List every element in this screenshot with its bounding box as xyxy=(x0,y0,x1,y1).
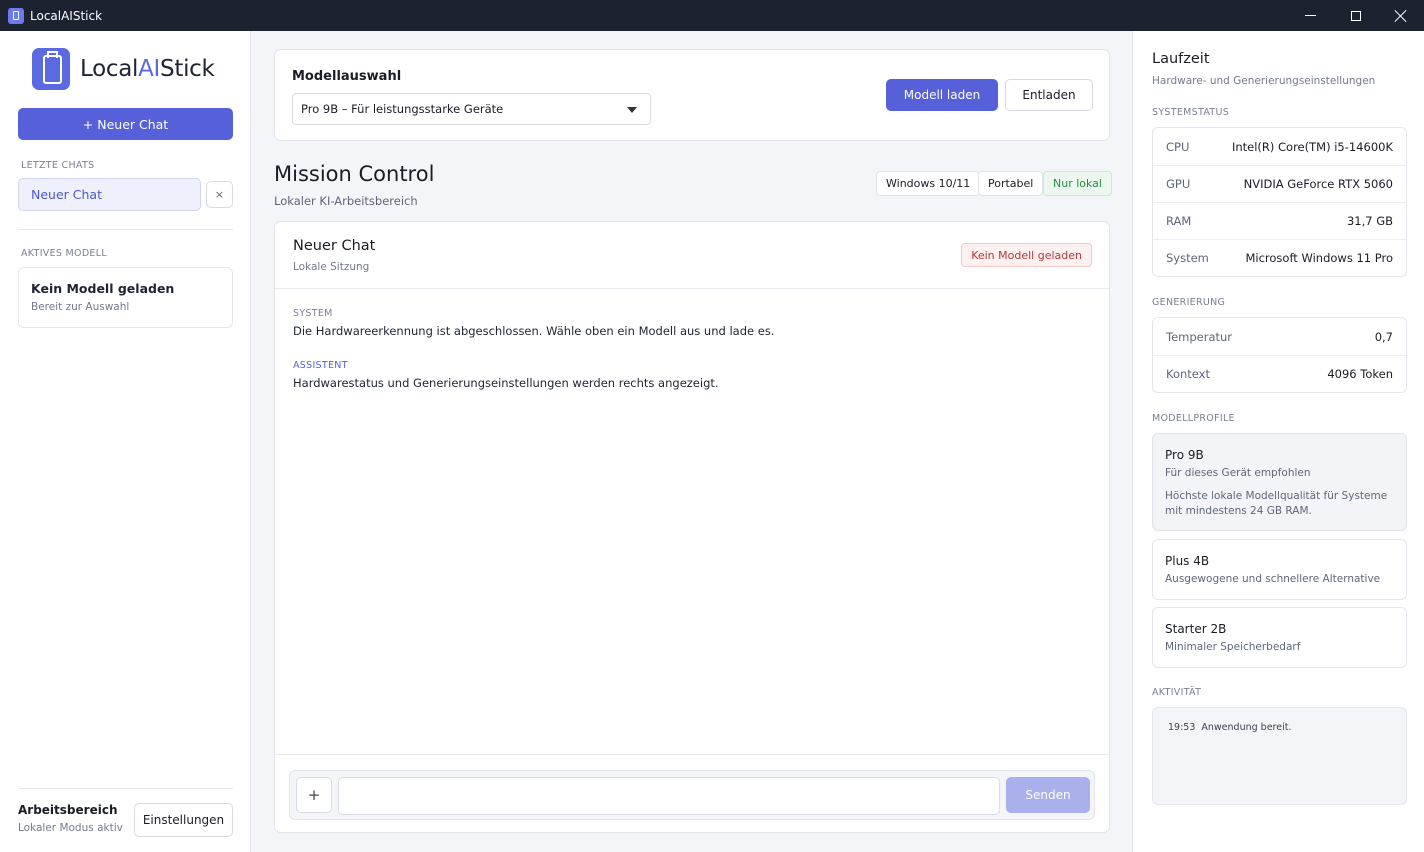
message-input[interactable] xyxy=(338,777,1000,815)
usb-stick-logo-icon xyxy=(32,48,70,90)
generation-value: 4096 Token xyxy=(1327,367,1393,381)
system-value: 31,7 GB xyxy=(1346,214,1393,228)
system-row-os: System Microsoft Windows 11 Pro xyxy=(1153,239,1406,276)
generation-key: Temperatur xyxy=(1166,329,1233,344)
brand-suffix: Stick xyxy=(160,56,215,82)
close-icon xyxy=(1395,10,1407,22)
profile-title: Pro 9B xyxy=(1165,448,1204,462)
system-value: Microsoft Windows 11 Pro xyxy=(1245,251,1393,265)
active-model-card: Kein Modell geladen Bereit zur Auswahl xyxy=(18,267,233,328)
chat-header: Neuer Chat Lokale Sitzung Kein Modell ge… xyxy=(275,222,1109,289)
generation-row-context: Kontext 4096 Token xyxy=(1153,355,1406,392)
system-row-cpu: CPU Intel(R) Core(TM) i5-14600K xyxy=(1153,128,1406,165)
sidebar-divider-bottom xyxy=(18,788,233,789)
model-profiles-label: MODELLPROFILE xyxy=(1152,413,1235,424)
workspace-title: Arbeitsbereich xyxy=(18,803,118,817)
generation-value: 0,7 xyxy=(1374,329,1393,344)
system-key: RAM xyxy=(1166,214,1192,228)
active-model-title: Kein Modell geladen xyxy=(31,281,175,296)
generation-key: Kontext xyxy=(1166,367,1210,381)
profile-card-pro-9b[interactable]: Pro 9B Für dieses Gerät empfohlen Höchst… xyxy=(1152,433,1407,531)
system-status-box: CPU Intel(R) Core(TM) i5-14600K GPU NVIDIA… xyxy=(1152,127,1407,277)
brand-name: LocalAIStick xyxy=(80,56,215,82)
maximize-icon xyxy=(1351,10,1361,21)
system-row-gpu: GPU NVIDIA GeForce RTX 5060 xyxy=(1153,165,1406,202)
tag-platform: Windows 10/11 xyxy=(876,171,981,196)
profile-card-plus-4b[interactable]: Plus 4B Ausgewogene und schnellere Alter… xyxy=(1152,539,1407,600)
generation-label: GENERIERUNG xyxy=(1152,297,1226,308)
chat-subtitle: Lokale Sitzung xyxy=(293,261,370,273)
runtime-subtitle: Hardware- und Generierungseinstellungen xyxy=(1152,75,1376,87)
delete-chat-button[interactable]: × xyxy=(206,181,233,208)
tag-local-only: Nur lokal xyxy=(1043,171,1112,196)
activity-label: AKTIVITÄT xyxy=(1152,687,1202,698)
tag-portable: Portabel xyxy=(978,171,1044,196)
main-area: Modellauswahl Pro 9B – Für leistungsstar… xyxy=(252,31,1132,852)
system-value: NVIDIA GeForce RTX 5060 xyxy=(1243,177,1393,191)
system-status-label: SYSTEMSTATUS xyxy=(1152,107,1230,118)
log-time: 19:53 xyxy=(1168,722,1196,733)
chat-panel: Neuer Chat Lokale Sitzung Kein Modell ge… xyxy=(274,221,1110,833)
brand-prefix: Local xyxy=(80,56,139,82)
unload-model-button[interactable]: Entladen xyxy=(1005,79,1093,111)
profile-card-starter-2b[interactable]: Starter 2B Minimaler Speicherbedarf xyxy=(1152,607,1407,668)
sidebar-divider xyxy=(18,229,233,230)
chat-list-item[interactable]: Neuer Chat xyxy=(18,178,201,211)
brand-ai: AI xyxy=(138,56,161,82)
window-title: LocalAIStick xyxy=(30,8,103,23)
minimize-icon xyxy=(1304,15,1316,16)
profile-subtitle: Minimaler Speicherbedarf xyxy=(1165,641,1301,653)
model-selector-card: Modellauswahl Pro 9B – Für leistungsstar… xyxy=(274,49,1110,141)
message-role-assistant: ASSISTENT xyxy=(293,360,348,371)
profile-subtitle: Für dieses Gerät empfohlen xyxy=(1165,467,1311,479)
runtime-title: Laufzeit xyxy=(1152,51,1210,67)
brand: LocalAIStick xyxy=(32,48,215,90)
system-key: CPU xyxy=(1166,139,1190,154)
system-value: Intel(R) Core(TM) i5-14600K xyxy=(1231,139,1393,154)
system-key: System xyxy=(1166,251,1209,265)
message-text-system: Die Hardwareerkennung ist abgeschlossen.… xyxy=(293,324,775,338)
sidebar: LocalAIStick + Neuer Chat LETZTE CHATS N… xyxy=(0,31,251,852)
profile-description: Höchste lokale Modellqualität für System… xyxy=(1165,490,1388,517)
workspace-subtitle: Lokaler Modus aktiv xyxy=(18,822,123,834)
load-model-button[interactable]: Modell laden xyxy=(886,79,998,111)
composer: + Senden xyxy=(289,770,1095,820)
active-model-label: AKTIVES MODELL xyxy=(21,248,107,259)
attach-button[interactable]: + xyxy=(296,777,332,813)
new-chat-button[interactable]: + Neuer Chat xyxy=(18,108,233,140)
minimize-button[interactable] xyxy=(1287,0,1333,31)
message-role-system: SYSTEM xyxy=(293,308,333,319)
settings-button[interactable]: Einstellungen xyxy=(134,803,233,837)
runtime-panel: Laufzeit Hardware- und Generierungseinst… xyxy=(1132,31,1424,852)
log-entry: 19:53 Anwendung bereit. xyxy=(1168,722,1391,733)
generation-row-temperature: Temperatur 0,7 xyxy=(1153,318,1406,355)
status-badge: Kein Modell geladen xyxy=(961,243,1092,267)
close-button[interactable] xyxy=(1378,0,1424,31)
generation-box: Temperatur 0,7 Kontext 4096 Token xyxy=(1152,317,1407,393)
system-row-ram: RAM 31,7 GB xyxy=(1153,202,1406,239)
activity-log: 19:53 Anwendung bereit. xyxy=(1152,707,1407,805)
profile-title: Starter 2B xyxy=(1165,622,1227,636)
system-key: GPU xyxy=(1166,177,1191,191)
message-text-assistant: Hardwarestatus und Generierungseinstellu… xyxy=(293,376,719,390)
model-select-label: Modellauswahl xyxy=(292,69,402,84)
page-subtitle: Lokaler KI-Arbeitsbereich xyxy=(274,194,418,208)
profile-title: Plus 4B xyxy=(1165,554,1210,568)
active-model-subtitle: Bereit zur Auswahl xyxy=(31,301,130,313)
send-button[interactable]: Senden xyxy=(1006,777,1090,813)
chevron-down-icon xyxy=(627,107,637,113)
log-text: Anwendung bereit. xyxy=(1201,722,1292,733)
page-title: Mission Control xyxy=(274,162,435,186)
profile-subtitle: Ausgewogene und schnellere Alternative xyxy=(1165,573,1381,585)
composer-bar: + Senden xyxy=(275,754,1109,832)
maximize-button[interactable] xyxy=(1333,0,1379,31)
recent-chats-label: LETZTE CHATS xyxy=(21,160,95,171)
title-bar: LocalAIStick xyxy=(0,0,1424,31)
model-select-value: Pro 9B – Für leistungsstarke Geräte xyxy=(301,102,504,116)
model-select-dropdown[interactable]: Pro 9B – Für leistungsstarke Geräte xyxy=(292,93,651,125)
chat-title: Neuer Chat xyxy=(293,238,376,254)
app-icon xyxy=(8,7,24,24)
